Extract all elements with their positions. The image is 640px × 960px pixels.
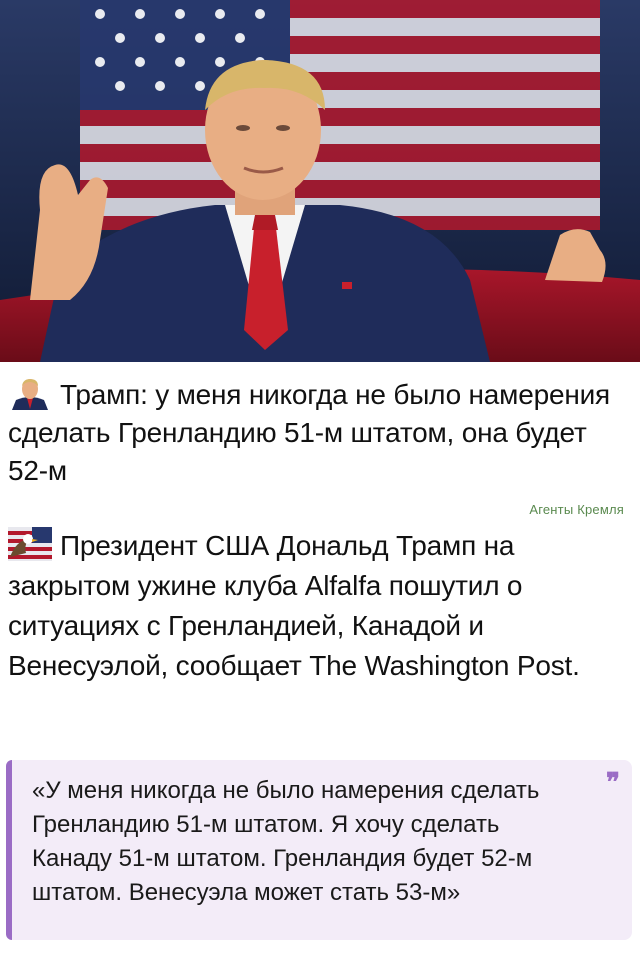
hero-photo xyxy=(0,0,640,362)
eagle-flag-emoji-icon xyxy=(8,527,52,561)
headline-text: Трамп: у меня никогда не было намерения … xyxy=(8,379,610,486)
trump-photo xyxy=(0,0,640,362)
source-link[interactable]: Агенты Кремля xyxy=(529,502,624,517)
quote-text: «У меня никогда не было намерения сделат… xyxy=(32,777,540,906)
quote-block: «У меня никогда не было намерения сделат… xyxy=(6,760,632,940)
quote-accent-bar xyxy=(6,760,12,940)
trump-portrait-emoji-icon xyxy=(8,376,52,410)
post-headline: Трамп: у меня никогда не было намерения … xyxy=(8,376,628,490)
quote-mark-icon: ❞ xyxy=(606,768,620,798)
body-text: Президент США Дональд Трамп на закрытом … xyxy=(8,530,580,681)
post-body: Президент США Дональд Трамп на закрытом … xyxy=(8,526,628,686)
